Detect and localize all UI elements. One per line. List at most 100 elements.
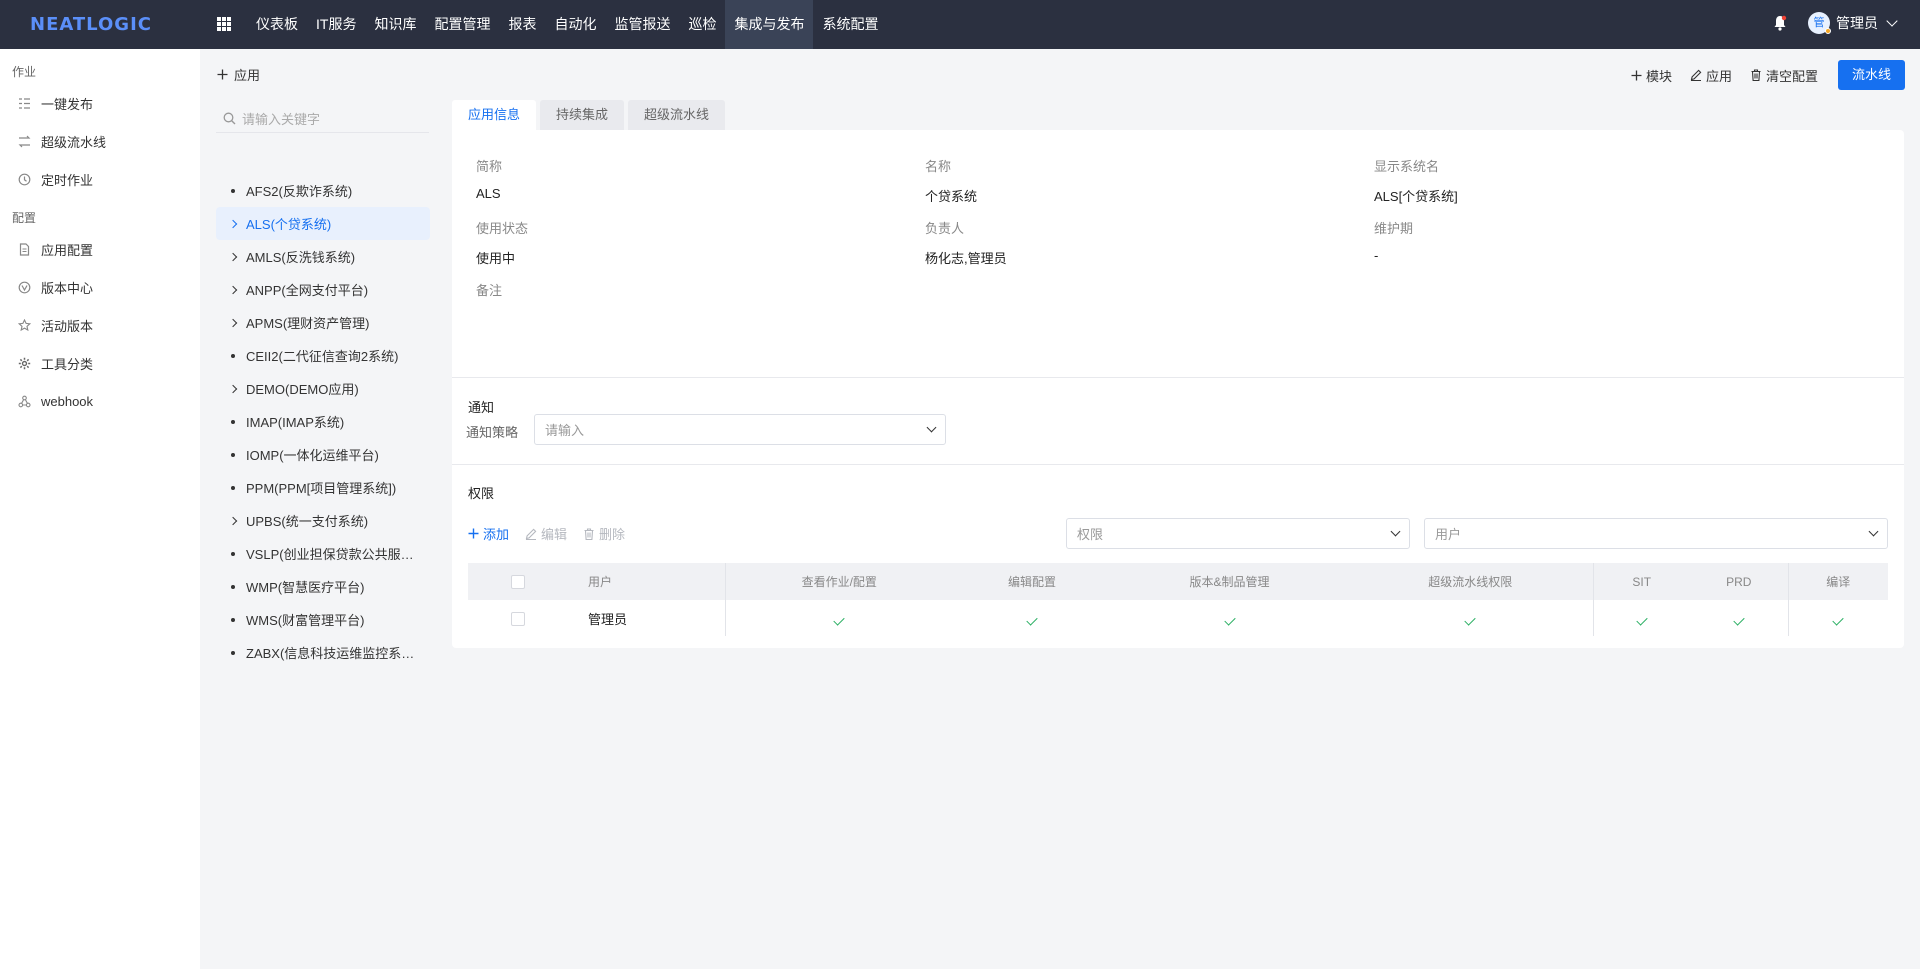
sidebar-item-active-version[interactable]: 活动版本 <box>0 306 200 344</box>
add-app-button[interactable]: 应用 <box>217 65 260 84</box>
tree-item-label: ALS(个贷系统) <box>246 217 332 232</box>
tree-item[interactable]: ZABX(信息科技运维监控系… <box>216 636 430 669</box>
permission-table: 用户 查看作业/配置 编辑配置 版本&制品管理 超级流水线权限 SIT PRD … <box>468 563 1888 636</box>
pipeline-button[interactable]: 流水线 <box>1837 60 1905 90</box>
tree-item[interactable]: AFS2(反欺诈系统) <box>216 174 430 207</box>
version-icon <box>17 280 31 294</box>
nav-item-regulatory[interactable]: 监管报送 <box>605 0 679 49</box>
row-checkbox[interactable] <box>468 600 568 636</box>
bullet-icon <box>226 452 240 457</box>
sidebar-item-webhook[interactable]: webhook <box>0 382 200 420</box>
app-tree-panel: 应用 请输入关键字 AFS2(反欺诈系统) ALS(个贷系统) AMLS(反洗钱系统… <box>200 49 438 969</box>
tab-app-info[interactable]: 应用信息 <box>452 100 537 130</box>
tree-item[interactable]: IMAP(IMAP系统) <box>216 405 430 438</box>
notify-title: 通知 <box>468 400 495 415</box>
clear-config-label: 清空配置 <box>1765 68 1818 84</box>
tab-ci[interactable]: 持续集成 <box>540 100 625 130</box>
top-navbar: NEATLOGIC 仪表板 IT服务 知识库 配置管理 报表 自动化 监管报送 … <box>0 0 1920 49</box>
tab-super-pipeline[interactable]: 超级流水线 <box>628 100 726 130</box>
bell-icon[interactable] <box>1773 15 1787 31</box>
sidebar-group-config: 配置 <box>12 211 37 225</box>
tree-item[interactable]: PPM(PPM[项目管理系统]) <box>216 471 430 504</box>
nav-item-deploy[interactable]: 集成与发布 <box>725 0 814 49</box>
col-user: 用户 <box>568 563 725 600</box>
sidebar-item-app-config[interactable]: 应用配置 <box>0 230 200 268</box>
tree-item-label: ZABX(信息科技运维监控系… <box>246 646 415 661</box>
col-view-job: 查看作业/配置 <box>724 563 953 600</box>
search-icon <box>223 112 236 125</box>
edit-app-label: 应用 <box>1705 68 1732 84</box>
permission-actions: 添加 编辑 删除 <box>468 524 625 543</box>
nav-item-inspection[interactable]: 巡检 <box>679 0 725 49</box>
sidebar-item-label: webhook <box>41 393 94 409</box>
nav-item-dashboard[interactable]: 仪表板 <box>247 0 307 49</box>
nav-item-knowledge[interactable]: 知识库 <box>365 0 425 49</box>
col-edit-config: 编辑配置 <box>953 563 1111 600</box>
tree-item[interactable]: WMS(财富管理平台) <box>216 603 430 636</box>
nav-item-automation[interactable]: 自动化 <box>545 0 605 49</box>
permission-filter-select[interactable]: 权限 <box>1066 518 1410 549</box>
chevron-right-icon[interactable] <box>226 285 240 294</box>
nav-item-system-config[interactable]: 系统配置 <box>813 0 887 49</box>
tree-item[interactable]: UPBS(统一支付系统) <box>216 504 430 537</box>
chevron-right-icon[interactable] <box>226 318 240 327</box>
sidebar-item-super-pipeline[interactable]: 超级流水线 <box>0 122 200 160</box>
apps-grid-icon[interactable] <box>217 17 231 31</box>
add-module-button[interactable]: 模块 <box>1631 66 1672 85</box>
sidebar-item-label: 定时作业 <box>41 172 94 188</box>
check-icon <box>1592 600 1690 636</box>
user-filter-select[interactable]: 用户 <box>1424 518 1888 549</box>
field-value: 使用中 <box>476 251 516 266</box>
add-permission-button[interactable]: 添加 <box>468 524 509 543</box>
tree-item-label: IOMP(一体化运维平台) <box>246 448 379 463</box>
tree-item[interactable]: VSLP(创业担保贷款公共服… <box>216 537 430 570</box>
delete-permission-button[interactable]: 删除 <box>583 524 625 543</box>
search-placeholder: 请输入关键字 <box>242 112 321 127</box>
tree-item-label: AMLS(反洗钱系统) <box>246 250 356 265</box>
tree-item-label: PPM(PPM[项目管理系统]) <box>246 481 397 496</box>
tree-item[interactable]: IOMP(一体化运维平台) <box>216 438 430 471</box>
sidebar-item-one-click-deploy[interactable]: 一键发布 <box>0 84 200 122</box>
permission-section: 权限 添加 编辑 删除 权限 用户 用户 查看作业/配置 编辑配置 版本&制品管… <box>452 465 1904 648</box>
sidebar-group-jobs: 作业 <box>12 65 37 79</box>
field-label: 使用状态 <box>476 221 529 236</box>
tree-item[interactable]: WMP(智慧医疗平台) <box>216 570 430 603</box>
notify-policy-select[interactable]: 请输入 <box>534 414 946 445</box>
chevron-right-icon[interactable] <box>226 384 240 393</box>
col-compile: 编译 <box>1787 563 1888 600</box>
field-value: ALS <box>476 186 501 201</box>
user-menu[interactable]: 管 管理员 <box>1808 12 1898 34</box>
tree-item[interactable]: ANPP(全网支付平台) <box>216 273 430 306</box>
table-header-row: 用户 查看作业/配置 编辑配置 版本&制品管理 超级流水线权限 SIT PRD … <box>468 563 1888 600</box>
edit-permission-button[interactable]: 编辑 <box>525 524 567 543</box>
permission-title: 权限 <box>468 486 495 501</box>
tree-item-label: WMP(智慧医疗平台) <box>246 580 365 595</box>
clear-config-button[interactable]: 清空配置 <box>1750 66 1818 85</box>
sidebar-item-scheduled-job[interactable]: 定时作业 <box>0 160 200 198</box>
tree-item[interactable]: APMS(理财资产管理) <box>216 306 430 339</box>
tree-item[interactable]: CEII2(二代征信查询2系统) <box>216 339 430 372</box>
check-icon <box>724 600 953 636</box>
chevron-down-icon <box>1868 526 1879 537</box>
select-all-checkbox[interactable] <box>468 563 568 600</box>
app-tree-list: AFS2(反欺诈系统) ALS(个贷系统) AMLS(反洗钱系统) ANPP(全网支付… <box>216 174 430 669</box>
chevron-right-icon[interactable] <box>226 516 240 525</box>
sidebar-item-tool-category[interactable]: 工具分类 <box>0 344 200 382</box>
row-user: 管理员 <box>588 611 628 627</box>
tree-search-input[interactable]: 请输入关键字 <box>216 105 429 133</box>
tree-item-label: DEMO(DEMO应用) <box>246 382 359 397</box>
table-row[interactable]: 管理员 <box>468 600 1888 636</box>
nav-item-it-service[interactable]: IT服务 <box>307 0 365 49</box>
nav-item-report[interactable]: 报表 <box>499 0 545 49</box>
tree-item[interactable]: ALS(个贷系统) <box>216 207 430 240</box>
tree-item-label: VSLP(创业担保贷款公共服… <box>246 547 414 562</box>
sidebar-item-version-center[interactable]: 版本中心 <box>0 268 200 306</box>
chevron-right-icon[interactable] <box>226 219 240 228</box>
brand-logo[interactable]: NEATLOGIC <box>30 14 152 35</box>
tree-item[interactable]: DEMO(DEMO应用) <box>216 372 430 405</box>
chevron-right-icon[interactable] <box>226 252 240 261</box>
nav-item-cmdb[interactable]: 配置管理 <box>425 0 499 49</box>
trash-icon <box>1751 69 1761 81</box>
tree-item[interactable]: AMLS(反洗钱系统) <box>216 240 430 273</box>
edit-app-button[interactable]: 应用 <box>1690 66 1732 85</box>
